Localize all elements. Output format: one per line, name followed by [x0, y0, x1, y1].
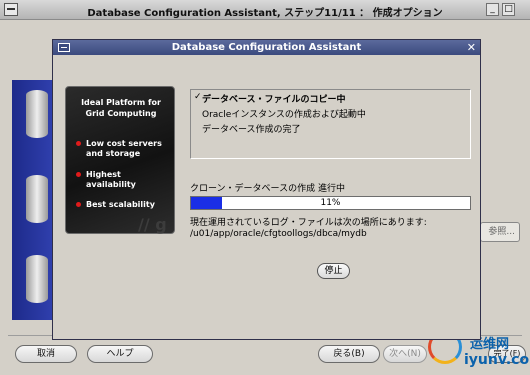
- help-button[interactable]: ヘルプ: [87, 345, 153, 363]
- banner-title-line: Ideal Platform for: [81, 98, 161, 107]
- next-button[interactable]: 次へ(N): [383, 345, 427, 363]
- banner-item-low-cost: Low cost servers and storage: [76, 139, 172, 159]
- progress-dialog: Database Configuration Assistant ✕ Ideal…: [52, 39, 481, 340]
- bullet-icon: [76, 141, 81, 146]
- banner-item-text: and storage: [86, 149, 141, 158]
- banner-item-text: Best scalability: [86, 200, 155, 209]
- banner-title: Ideal Platform for Grid Computing: [66, 97, 176, 119]
- log-location: 現在運用されているログ・ファイルは次の場所にあります: /u01/app/ora…: [190, 218, 427, 240]
- database-cylinder-icon: [26, 90, 48, 138]
- bullet-icon: [76, 202, 81, 207]
- grid-computing-banner: Ideal Platform for Grid Computing Low co…: [65, 86, 175, 234]
- database-cylinder-icon: [26, 255, 48, 303]
- log-location-label: 現在運用されているログ・ファイルは次の場所にあります:: [190, 218, 427, 228]
- banner-item-scalability: Best scalability: [76, 200, 172, 210]
- close-icon[interactable]: ✕: [467, 41, 476, 54]
- watermark-url: iyunv.com: [464, 352, 530, 368]
- cancel-button[interactable]: 取消: [15, 345, 77, 363]
- bullet-icon: [76, 172, 81, 177]
- back-button[interactable]: 戻る(B): [318, 345, 380, 363]
- step-complete-creation: データベース作成の完了: [202, 125, 301, 135]
- step-copy-files: データベース・ファイルのコピー中: [202, 95, 346, 105]
- banner-item-availability: Highest availability: [76, 170, 172, 190]
- maximize-icon[interactable]: □: [502, 3, 515, 16]
- log-location-path: /u01/app/oracle/cfgtoollogs/dbca/mydb: [190, 229, 367, 239]
- main-window-title: Database Configuration Assistant, ステップ11…: [87, 8, 443, 19]
- banner-item-text: Highest availability: [86, 170, 136, 189]
- dialog-titlebar: Database Configuration Assistant ✕: [53, 40, 480, 55]
- progress-label: クローン・データベースの作成 進行中: [190, 184, 345, 194]
- database-graphic: [12, 80, 56, 320]
- step-create-instance: Oracleインスタンスの作成および起動中: [202, 110, 366, 120]
- banner-item-text: Low cost servers: [86, 139, 162, 148]
- steps-list: ✓ データベース・ファイルのコピー中 Oracleインスタンスの作成および起動中…: [190, 89, 471, 159]
- main-window-titlebar: Database Configuration Assistant, ステップ11…: [0, 0, 530, 20]
- banner-title-line: Grid Computing: [85, 109, 157, 118]
- minimize-icon[interactable]: _: [486, 3, 499, 16]
- banner-decoration: // g: [138, 215, 167, 234]
- progress-bar: 11%: [190, 196, 471, 210]
- database-cylinder-icon: [26, 175, 48, 223]
- progress-percent: 11%: [320, 198, 341, 208]
- current-step-marker-icon: ✓: [194, 92, 202, 102]
- dialog-title: Database Configuration Assistant: [171, 42, 362, 53]
- stop-button[interactable]: 停止: [317, 263, 350, 279]
- browse-button[interactable]: 参照...: [480, 222, 520, 242]
